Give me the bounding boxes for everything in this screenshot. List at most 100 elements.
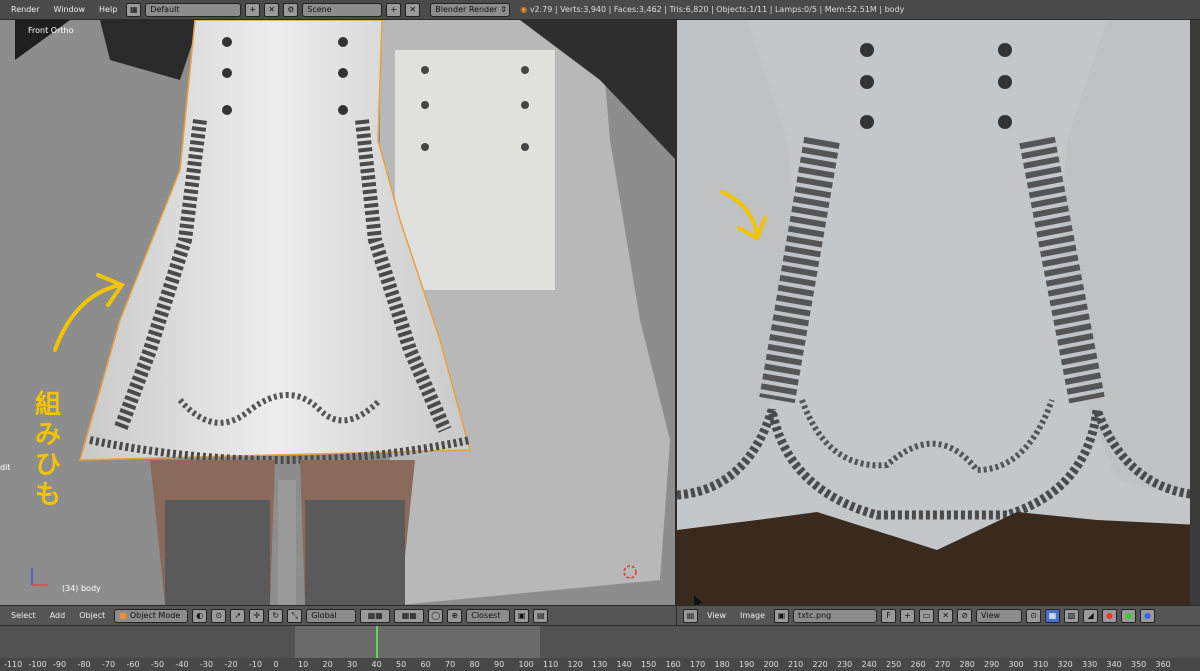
menu-render[interactable]: Render [6,5,44,14]
panel-edge-label: dit [0,463,11,472]
tool-shelf-edge[interactable] [1190,20,1200,605]
frame-tick: -30 [200,660,214,669]
alpha-icon[interactable]: ▧ [1064,608,1080,623]
lock-icon[interactable]: ◯ [428,608,444,623]
layers2-icon[interactable]: ▦▦ [394,608,425,623]
viewport-3d[interactable]: Front Ortho dit 組みひも (34) body [0,20,676,605]
image-name-value: txtc.png [798,611,832,620]
add-layout-button[interactable]: + [245,2,261,17]
frame-tick: 160 [665,660,681,669]
view-mode-select[interactable]: View [976,608,1023,623]
frame-tick: 320 [1057,660,1073,669]
current-frame-marker[interactable] [376,626,378,658]
unlink-image-icon[interactable]: ✕ [938,608,954,623]
frame-tick: 150 [641,660,657,669]
frame-tick: 40 [371,660,382,669]
frame-tick: -80 [77,660,91,669]
rgb-icon[interactable]: ▦ [1045,608,1061,623]
frame-tick: -100 [28,660,47,669]
pivot-icon[interactable]: ⊙ [211,608,227,623]
orientation-select[interactable]: Global [306,608,357,623]
frame-tick: 70 [445,660,456,669]
layers-icon[interactable]: ▦▦ [360,608,391,623]
menu-add[interactable]: Add [45,611,71,620]
menu-select[interactable]: Select [6,611,41,620]
orientation-value: Global [311,611,337,620]
frame-tick: 350 [1131,660,1147,669]
frame-tick: -110 [4,660,23,669]
timeline[interactable]: -110 -100 -90 -80 -70 -60 -50 -40 -30 -20 -10 0 10 20… [0,625,1200,671]
render-engine-select[interactable]: Blender Render ⇕ [430,2,511,17]
uv-image-editor[interactable] [677,20,1200,605]
scene-select[interactable]: Scene [302,2,383,17]
new-image-icon[interactable]: + [900,608,916,623]
render-engine-value: Blender Render [435,5,498,14]
pin-icon[interactable]: ⊘ [957,608,973,623]
menu-view[interactable]: View [702,611,731,620]
frame-tick: -10 [249,660,263,669]
scale-icon[interactable]: ⤡ [287,608,303,623]
snap-icon[interactable]: ⊕ [447,608,463,623]
image-browse-icon[interactable]: ▣ [774,608,790,623]
cube-icon: ■ [119,611,127,620]
frame-tick: 30 [347,660,358,669]
scene-icon[interactable]: ⚙ [283,2,299,17]
add-scene-button[interactable]: + [386,2,402,17]
camera-icon[interactable]: ▤ [533,608,549,623]
frame-ruler[interactable]: -110 -100 -90 -80 -70 -60 -50 -40 -30 -20 -10 0 10 20… [0,658,1200,671]
frame-tick: 50 [396,660,407,669]
rotate-icon[interactable]: ↻ [268,608,284,623]
fake-user-button[interactable]: F [881,608,897,623]
frame-tick: -70 [102,660,116,669]
shading-icon[interactable]: ◐ [192,608,208,623]
remove-scene-button[interactable]: ✕ [405,2,421,17]
render-icon[interactable]: ▣ [514,608,530,623]
texture-image [677,20,1200,605]
frame-tick: 120 [567,660,583,669]
frame-tick: 90 [494,660,505,669]
frame-tick: 250 [886,660,902,669]
frame-tick: 230 [837,660,853,669]
menu-image[interactable]: Image [735,611,770,620]
frame-tick: 360 [1155,660,1171,669]
stats-text: v2.79 | Verts:3,940 | Faces:3,462 | Tris… [529,5,905,14]
green-channel-icon[interactable]: ● [1121,608,1137,623]
zdepth-icon[interactable]: ◢ [1083,608,1099,623]
screen-layout-icon[interactable]: ▦ [126,2,142,17]
frame-tick: 60 [420,660,431,669]
frame-tick: 220 [812,660,828,669]
manipulator-icon[interactable]: ↗ [230,608,246,623]
frame-tick: 300 [1008,660,1024,669]
frame-tick: 260 [910,660,926,669]
remove-layout-button[interactable]: ✕ [264,2,280,17]
scene-value: Scene [307,5,332,14]
frame-tick: 10 [298,660,309,669]
mode-select[interactable]: ■ Object Mode [114,608,189,623]
frame-tick: 140 [616,660,632,669]
frame-tick: 170 [690,660,706,669]
frame-range [295,626,540,658]
image-editor-header: ▤ View Image ▣ txtc.png F + ▭ ✕ ⊘ View ⊙… [677,605,1200,625]
view-mode-value: View [981,611,1001,620]
menu-object[interactable]: Object [74,611,110,620]
blue-channel-icon[interactable]: ● [1140,608,1156,623]
annotation-text: 組みひも [34,390,61,510]
snap-target-select[interactable]: Closest [466,608,511,623]
open-image-icon[interactable]: ▭ [919,608,935,623]
menu-help[interactable]: Help [94,5,122,14]
active-object-label: (34) body [62,584,101,593]
menu-window[interactable]: Window [48,5,90,14]
screen-layout-select[interactable]: Default [145,2,242,17]
pivot-image-icon[interactable]: ⊙ [1026,608,1042,623]
image-name-field[interactable]: txtc.png [793,608,878,623]
frame-tick: 280 [959,660,975,669]
frame-tick: 110 [543,660,559,669]
frame-tick: -40 [175,660,189,669]
frame-tick: 340 [1106,660,1122,669]
view-label: Front Ortho [28,26,74,35]
translate-icon[interactable]: ✛ [249,608,265,623]
frame-tick: 130 [592,660,608,669]
frame-tick: 80 [469,660,480,669]
red-channel-icon[interactable]: ● [1102,608,1118,623]
editor-type-icon[interactable]: ▤ [683,608,698,623]
